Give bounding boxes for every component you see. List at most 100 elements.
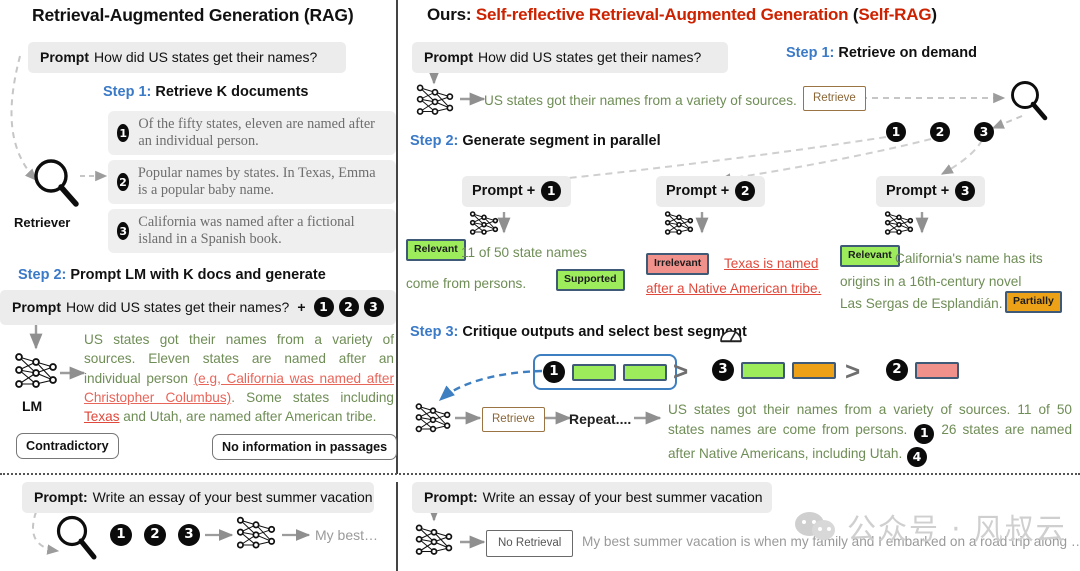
left-step1-text: Retrieve K documents [151,84,309,100]
left-generation-text: US states got their names from a variety… [84,330,394,426]
repeat-label: Repeat.... [569,411,632,427]
retrieved-doc-badge: 1 [886,122,906,142]
prompt-plus-badge: 3 [955,181,976,201]
prompt-plus-badge: 2 [735,181,756,201]
left-step1-heading: Step 1: Retrieve K documents [103,84,308,100]
chip-supported-1[interactable]: Supported [556,269,625,291]
no-retrieval-token-badge[interactable]: No Retrieval [486,530,574,557]
left-bottom-prompt-label: Prompt: [34,489,88,505]
left-step2-text: Prompt LM with K docs and generate [66,267,326,283]
right-language-model-icon [410,80,460,122]
bottom-doc-badge: 1 [110,524,132,546]
right-step2-number: Step 2: [410,133,459,149]
column3-text-c: Las Sergas de Esplandián. [840,296,1003,311]
ranking-token-box-red [915,361,959,379]
chip-relevant-3[interactable]: Relevant [840,245,900,267]
left-prompt-bar: Prompt How did US states get their names… [28,42,346,73]
document-card[interactable]: 3 California was named after a fictional… [108,209,396,253]
column2-lm-icon [661,208,697,240]
right-step1-heading: Step 1: Retrieve on demand [786,45,977,61]
right-step2-text: Generate segment in parallel [458,133,661,149]
watermark: 公众号 · 风叔云 [795,506,1067,548]
prompt-plus-badge: 1 [541,181,562,201]
column1-lm-icon [466,208,502,240]
final-lm-icon [410,399,456,439]
left-prompt-plus-text: How did US states get their names? [66,299,290,315]
bottom-doc-badge: 3 [178,524,200,546]
ranking-selected-box[interactable]: 1 [533,354,677,390]
right-step1-text: Retrieve on demand [834,45,977,61]
retrieved-doc-badge: 3 [974,122,994,142]
final-output-badge-2: 4 [907,446,928,467]
right-bottom-prompt-bar: Prompt: Write an essay of your best summ… [412,482,772,513]
left-bottom-prompt-bar: Prompt: Write an essay of your best summ… [22,482,374,513]
lm-label: LM [22,398,43,414]
ranking-token-box-orange [792,361,836,379]
left-bottom-prompt-text: Write an essay of your best summer vacat… [92,489,373,505]
prompt-plus-label: Prompt + [472,183,536,199]
column1-text-a: 11 of 50 state names [461,245,587,260]
left-panel-title: Retrieval-Augmented Generation (RAG) [32,5,354,25]
wechat-logo-icon [795,512,837,542]
prompt-plus-label: Prompt + [666,183,730,199]
greater-than-symbol-1: > [673,356,689,386]
prompt-doc-badge: 1 [313,297,334,317]
chip-partially-3[interactable]: Partially [1005,291,1062,313]
final-output-badge-1: 1 [914,423,935,444]
generation-segment-ok3: and Utah, are named after [119,409,286,425]
document-text: Popular names by states. In Texas, Emma … [137,165,376,198]
chip-irrelevant-2[interactable]: Irrelevant [646,253,710,275]
ranking-group-3[interactable]: 2 [886,359,959,381]
ranking-group-2[interactable]: 3 [712,359,836,381]
bottom-doc-badge: 2 [144,524,166,546]
watermark-text: 公众号 · 风叔云 [847,512,1067,546]
retrieve-token-badge-2[interactable]: Retrieve [482,407,545,432]
right-title-abbr: Self-RAG [858,5,932,24]
prompt-plus-doc2[interactable]: Prompt + 2 [656,176,766,207]
vertical-divider-bottom [396,482,398,571]
right-title-paren-open: ( [848,5,859,24]
document-badge: 3 [117,222,130,240]
final-output-text: US states got their names from a variety… [668,400,1072,467]
right-step3-heading: Step 3: Critique outputs and select best… [410,324,747,340]
left-prompt-label: Prompt [40,49,89,65]
document-badge: 1 [117,124,130,142]
document-badge: 2 [117,173,129,191]
ranking-badge: 1 [543,361,565,383]
right-step2-heading: Step 2: Generate segment in parallel [410,133,661,149]
column3-text-a: California's name has its [895,251,1043,266]
callout-no-information: No information in passages [212,434,398,460]
bottom-retriever-magnifier-icon [52,512,100,562]
column2-text-a: Texas is named [724,256,819,271]
column3-lm-icon [881,208,917,240]
document-text: Of the fifty states, eleven are named af… [138,116,375,149]
plus-sign: + [297,299,306,315]
generation-segment-ok2: . Some states including [231,389,394,405]
document-text: California was named after a fictional i… [138,214,355,247]
column2-text-b: after a Native American tribe. [646,281,822,296]
selfrag-figure: Retrieval-Augmented Generation (RAG) Pro… [0,0,1080,571]
critic-meter-icon [718,321,744,350]
document-card[interactable]: 1 Of the fifty states, eleven are named … [108,111,396,155]
greater-than-symbol-2: > [845,356,861,386]
right-panel-title: Ours: Self-reflective Retrieval-Augmente… [427,5,937,25]
generation-segment-noinfo: Texas [84,409,120,425]
callout-contradictory: Contradictory [16,433,119,459]
retrieve-token-badge[interactable]: Retrieve [803,86,866,111]
right-bottom-prompt-text: Write an essay of your best summer vacat… [482,489,763,505]
document-card[interactable]: 2 Popular names by states. In Texas, Emm… [108,160,396,204]
column1-text-b: come from persons. [406,276,527,291]
ranking-group-1: 1 [533,354,677,390]
bottom-language-model-icon [232,512,280,556]
right-bottom-lm-icon [410,520,458,562]
language-model-icon [10,348,62,396]
retriever-magnifier-icon [28,155,84,211]
left-step1-number: Step 1: [103,84,152,100]
ranking-badge: 2 [886,359,908,381]
chip-relevant-1[interactable]: Relevant [406,239,466,261]
prompt-plus-doc3[interactable]: Prompt + 3 [876,176,986,207]
right-step1-generation: US states got their names from a variety… [484,93,797,108]
right-step3-number: Step 3: [410,324,459,340]
ranking-token-box-green [572,363,616,381]
prompt-plus-doc1[interactable]: Prompt + 1 [462,176,572,207]
